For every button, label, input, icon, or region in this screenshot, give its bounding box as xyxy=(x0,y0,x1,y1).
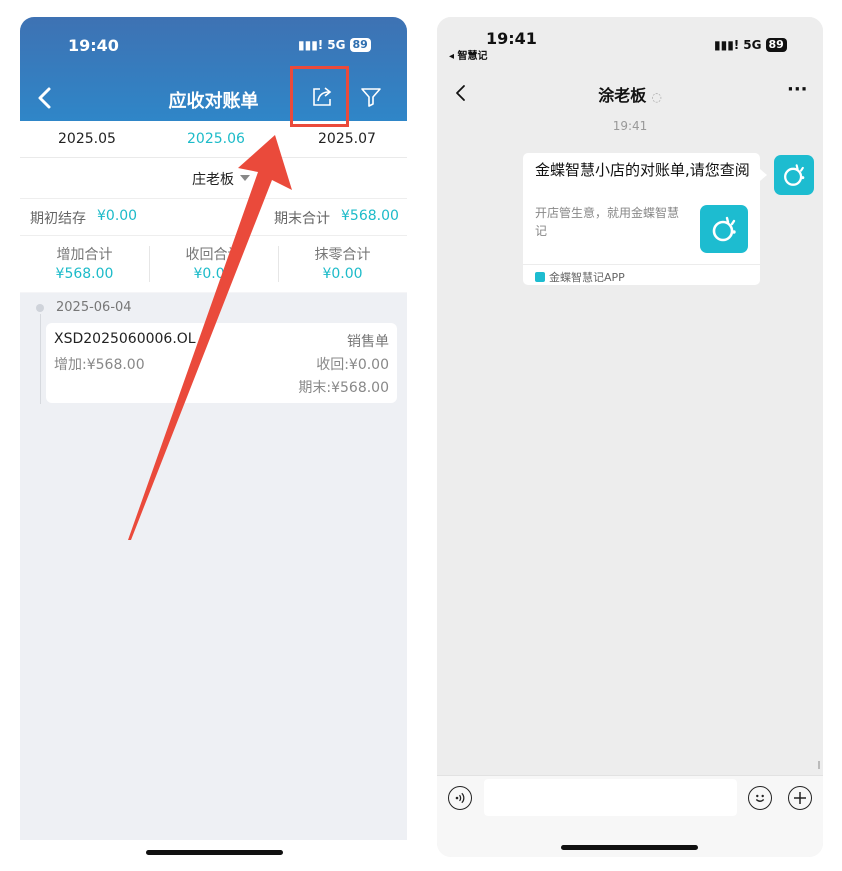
doc-number: XSD2025060006.OL xyxy=(54,331,196,347)
app-logo-icon xyxy=(712,216,736,242)
shared-card-message[interactable]: 金蝶智慧小店的对账单,请您查阅 开店管生意，就用金蝶智慧记 金蝶智慧记APP xyxy=(523,153,760,285)
card-source: 金蝶智慧记APP xyxy=(535,269,625,285)
timeline-line xyxy=(39,314,41,404)
caret-down-icon xyxy=(240,175,250,181)
doc-type: 销售单 xyxy=(347,334,389,350)
emoji-button[interactable] xyxy=(748,786,772,810)
app-mini-icon xyxy=(535,272,545,282)
entry-increase: 增加:¥568.00 xyxy=(54,357,145,373)
home-indicator xyxy=(146,850,283,855)
totals-row: 增加合计 ¥568.00 收回合计 ¥0.00 抹零合计 ¥0.00 xyxy=(20,236,407,292)
total-received: 收回合计 ¥0.00 xyxy=(149,244,278,282)
network-type: 5G xyxy=(743,38,762,52)
tab-month-next[interactable]: 2025.07 xyxy=(318,131,376,147)
entry-date: 2025-06-04 xyxy=(56,300,132,315)
status-indicators: ▮▮▮! 5G 89 xyxy=(298,38,371,52)
timeline-dot xyxy=(36,304,44,312)
entry-received: 收回:¥0.00 xyxy=(316,357,389,373)
back-to-app[interactable]: ◂ 智慧记 xyxy=(449,47,488,62)
total-rounding: 抹零合计 ¥0.00 xyxy=(278,244,407,282)
total-received-label: 收回合计 xyxy=(185,247,242,263)
voice-icon xyxy=(455,792,465,804)
signal-icon: ▮▮▮! xyxy=(298,38,324,52)
home-indicator xyxy=(561,845,698,850)
entry-closing: 期末:¥568.00 xyxy=(298,380,389,396)
battery-icon: 89 xyxy=(349,38,371,52)
battery-icon: 89 xyxy=(765,38,787,52)
scrollbar[interactable] xyxy=(818,761,820,769)
total-increase-label: 增加合计 xyxy=(56,247,113,263)
status-indicators: ▮▮▮! 5G 89 xyxy=(714,38,787,52)
bubble-tail xyxy=(760,169,767,181)
muted-ear-icon: ◌ xyxy=(651,90,662,104)
card-description: 开店管生意，就用金蝶智慧记 xyxy=(535,206,680,238)
card-title: 金蝶智慧小店的对账单,请您查阅 xyxy=(535,161,750,179)
card-thumbnail xyxy=(700,205,748,253)
sender-avatar[interactable] xyxy=(774,155,814,195)
closing-value: ¥568.00 xyxy=(341,208,399,224)
total-received-value: ¥0.00 xyxy=(193,266,234,282)
highlight-box xyxy=(290,66,349,127)
voice-button[interactable] xyxy=(448,786,472,810)
total-rounding-value: ¥0.00 xyxy=(322,266,363,282)
balance-summary: 期初结存 ¥0.00 期末合计 ¥568.00 xyxy=(20,199,407,236)
left-phone-screen: 19:40 ▮▮▮! 5G 89 应收对账单 2025.05 2025.06 2… xyxy=(20,17,407,840)
app-logo-icon xyxy=(784,164,805,186)
opening-label: 期初结存 xyxy=(30,211,86,227)
smiley-icon xyxy=(755,794,765,802)
status-time: 19:41 xyxy=(486,29,537,48)
right-phone-screen: 19:41 ◂ 智慧记 ▮▮▮! 5G 89 涂老板 ◌ ··· 19:41 金… xyxy=(437,17,823,857)
signal-icon: ▮▮▮! xyxy=(714,38,740,52)
plus-icon xyxy=(794,792,806,804)
tab-month-current[interactable]: 2025.06 xyxy=(187,131,245,147)
funnel-icon xyxy=(361,88,381,107)
chat-title-wrap: 涂老板 ◌ xyxy=(437,82,823,106)
network-type: 5G xyxy=(327,38,346,52)
message-timestamp: 19:41 xyxy=(612,119,648,133)
tab-month-prev[interactable]: 2025.05 xyxy=(58,131,116,147)
closing-label: 期末合计 xyxy=(274,211,330,227)
message-input[interactable] xyxy=(484,779,737,816)
card-source-label: 金蝶智慧记APP xyxy=(549,271,625,284)
list-item[interactable]: XSD2025060006.OL 销售单 增加:¥568.00 收回:¥0.00… xyxy=(46,323,397,403)
customer-name: 庄老板 xyxy=(192,172,234,188)
more-button[interactable]: ··· xyxy=(787,79,808,100)
filter-button[interactable] xyxy=(360,86,382,108)
total-increase-value: ¥568.00 xyxy=(55,266,114,282)
add-button[interactable] xyxy=(788,786,812,810)
customer-filter[interactable]: 庄老板 xyxy=(20,158,407,199)
status-time: 19:40 xyxy=(68,36,119,55)
total-rounding-label: 抹零合计 xyxy=(314,247,371,263)
divider xyxy=(523,264,760,265)
total-increase: 增加合计 ¥568.00 xyxy=(20,244,149,282)
chat-title: 涂老板 xyxy=(598,86,647,105)
opening-value: ¥0.00 xyxy=(97,208,138,224)
